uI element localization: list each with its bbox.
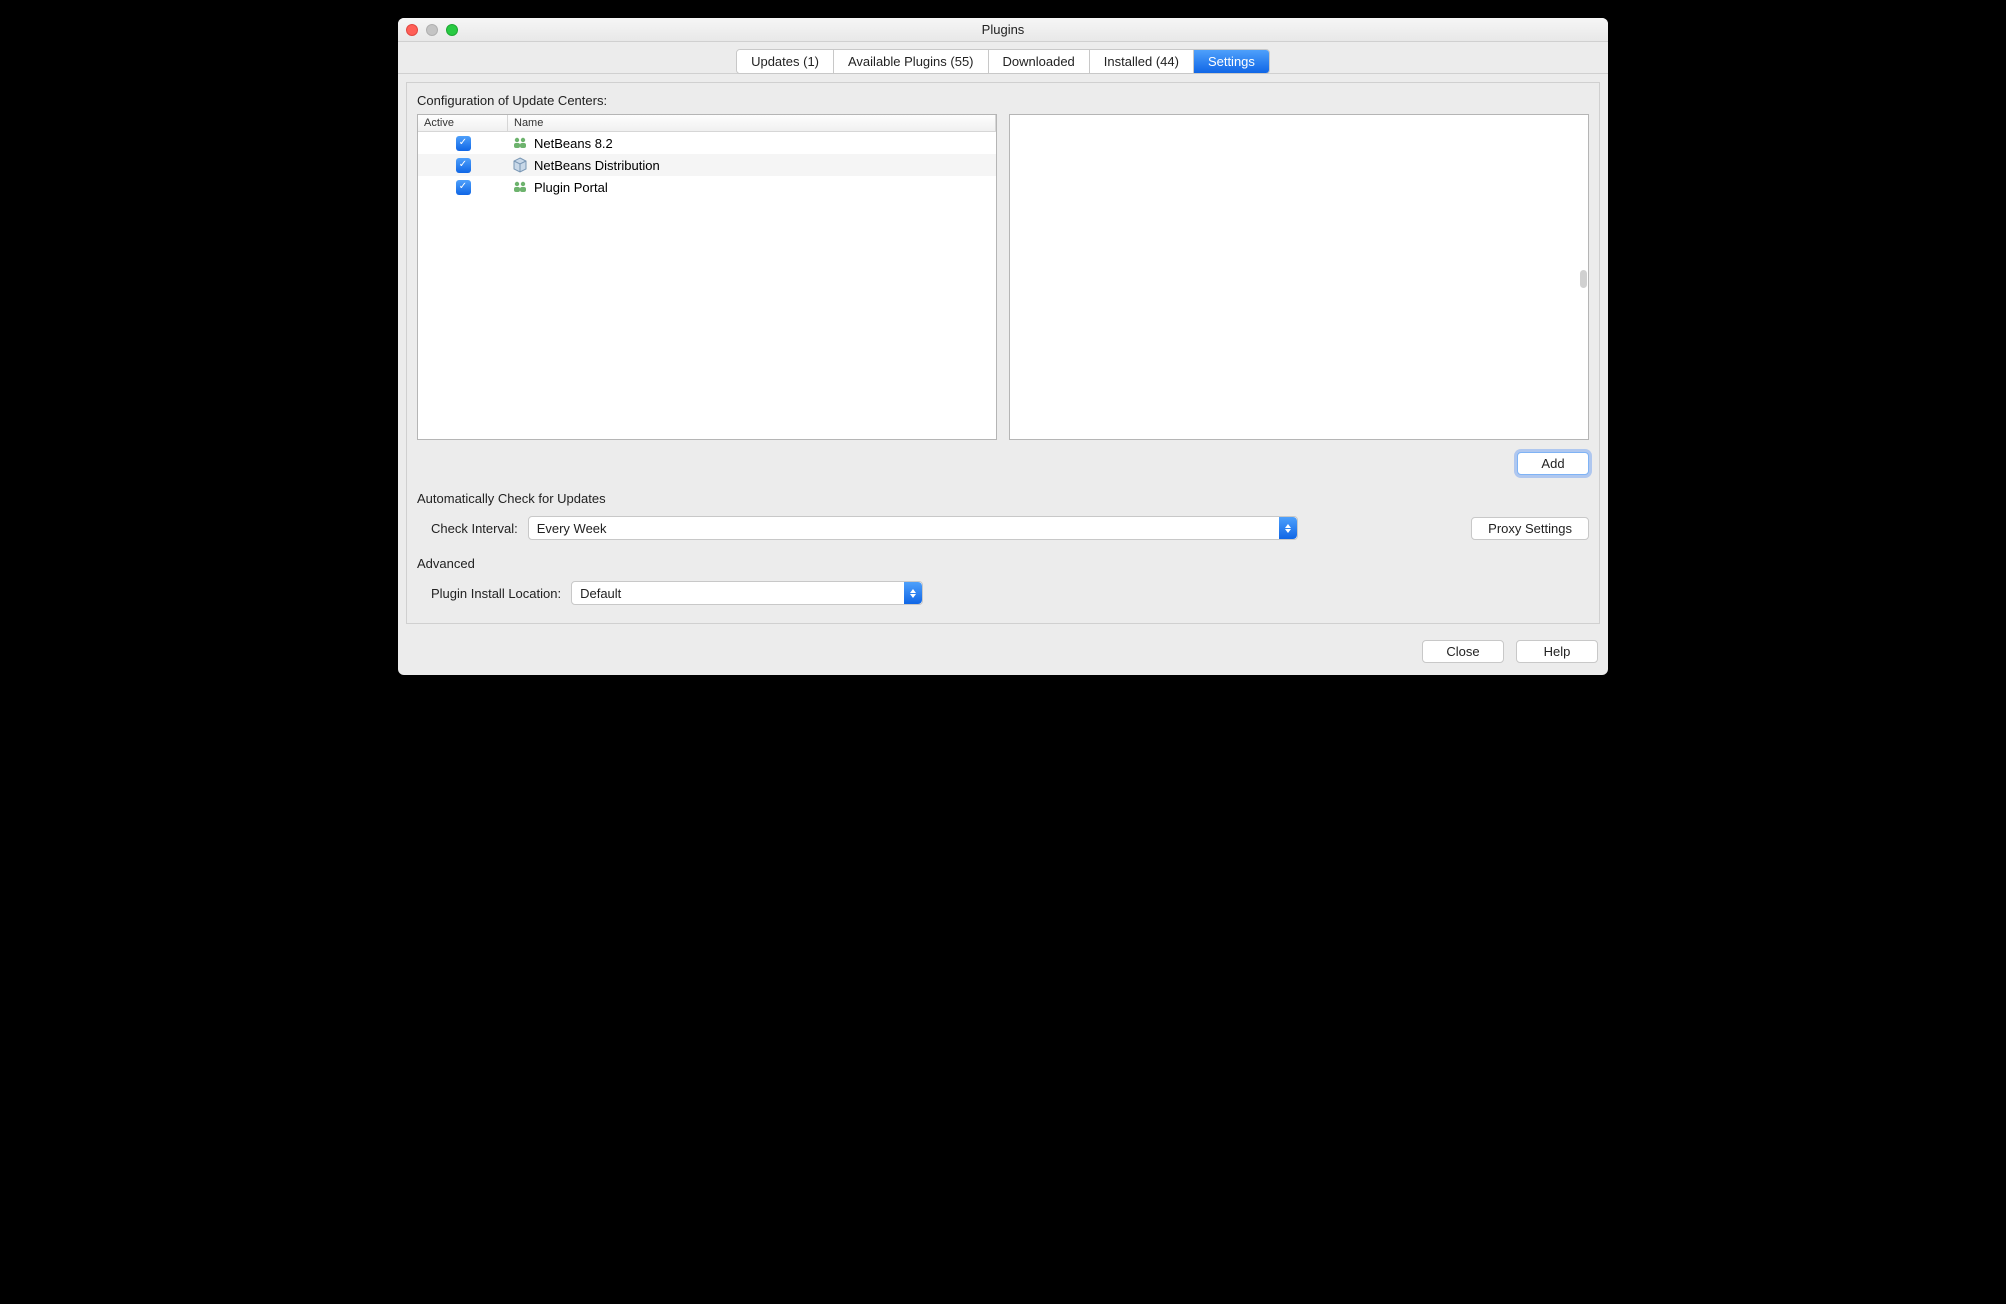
check-interval-value: Every Week (537, 521, 607, 536)
column-header-name[interactable]: Name (508, 115, 996, 131)
cube-icon (512, 157, 528, 173)
help-button[interactable]: Help (1516, 640, 1598, 663)
window-title: Plugins (406, 22, 1600, 37)
people-icon (512, 135, 528, 151)
proxy-settings-button[interactable]: Proxy Settings (1471, 517, 1589, 540)
advanced-title: Advanced (417, 556, 1589, 571)
update-center-details: ◀▶ (1009, 114, 1589, 440)
update-centers-table[interactable]: Active Name ✓ NetBeans 8.2 (417, 114, 997, 440)
plugins-window: Plugins Updates (1) Available Plugins (5… (398, 18, 1608, 675)
row-name: Plugin Portal (534, 180, 608, 195)
auto-check-title: Automatically Check for Updates (417, 491, 1589, 506)
settings-panel: Configuration of Update Centers: Active … (406, 82, 1600, 624)
table-row[interactable]: ✓ NetBeans 8.2 (418, 132, 996, 154)
select-stepper-icon (904, 582, 922, 604)
table-row[interactable]: ✓ Plugin Portal (418, 176, 996, 198)
tab-settings[interactable]: Settings (1194, 50, 1269, 73)
table-header: Active Name (418, 115, 996, 132)
tab-downloaded[interactable]: Downloaded (989, 50, 1090, 73)
active-checkbox[interactable]: ✓ (456, 180, 471, 195)
update-centers-label: Configuration of Update Centers: (417, 93, 1589, 108)
close-button[interactable]: Close (1422, 640, 1504, 663)
install-location-select[interactable]: Default (571, 581, 923, 605)
install-location-label: Plugin Install Location: (431, 586, 561, 601)
window-controls (406, 24, 458, 36)
select-stepper-icon (1279, 517, 1297, 539)
active-checkbox[interactable]: ✓ (456, 158, 471, 173)
people-icon (512, 179, 528, 195)
install-location-value: Default (580, 586, 621, 601)
row-name: NetBeans 8.2 (534, 136, 613, 151)
close-window-button[interactable] (406, 24, 418, 36)
row-name: NetBeans Distribution (534, 158, 660, 173)
add-button[interactable]: Add (1517, 452, 1589, 475)
check-interval-select[interactable]: Every Week (528, 516, 1298, 540)
active-checkbox[interactable]: ✓ (456, 136, 471, 151)
check-interval-label: Check Interval: (431, 521, 518, 536)
titlebar: Plugins (398, 18, 1608, 42)
tab-bar: Updates (1) Available Plugins (55) Downl… (398, 42, 1608, 74)
dialog-footer: Close Help (398, 632, 1608, 675)
zoom-window-button[interactable] (446, 24, 458, 36)
tab-installed[interactable]: Installed (44) (1090, 50, 1194, 73)
tab-updates[interactable]: Updates (1) (737, 50, 834, 73)
table-row[interactable]: ✓ NetBeans Distribution (418, 154, 996, 176)
minimize-window-button[interactable] (426, 24, 438, 36)
column-header-active[interactable]: Active (418, 115, 508, 131)
scrollbar-thumb[interactable] (1580, 270, 1587, 288)
tab-available-plugins[interactable]: Available Plugins (55) (834, 50, 989, 73)
